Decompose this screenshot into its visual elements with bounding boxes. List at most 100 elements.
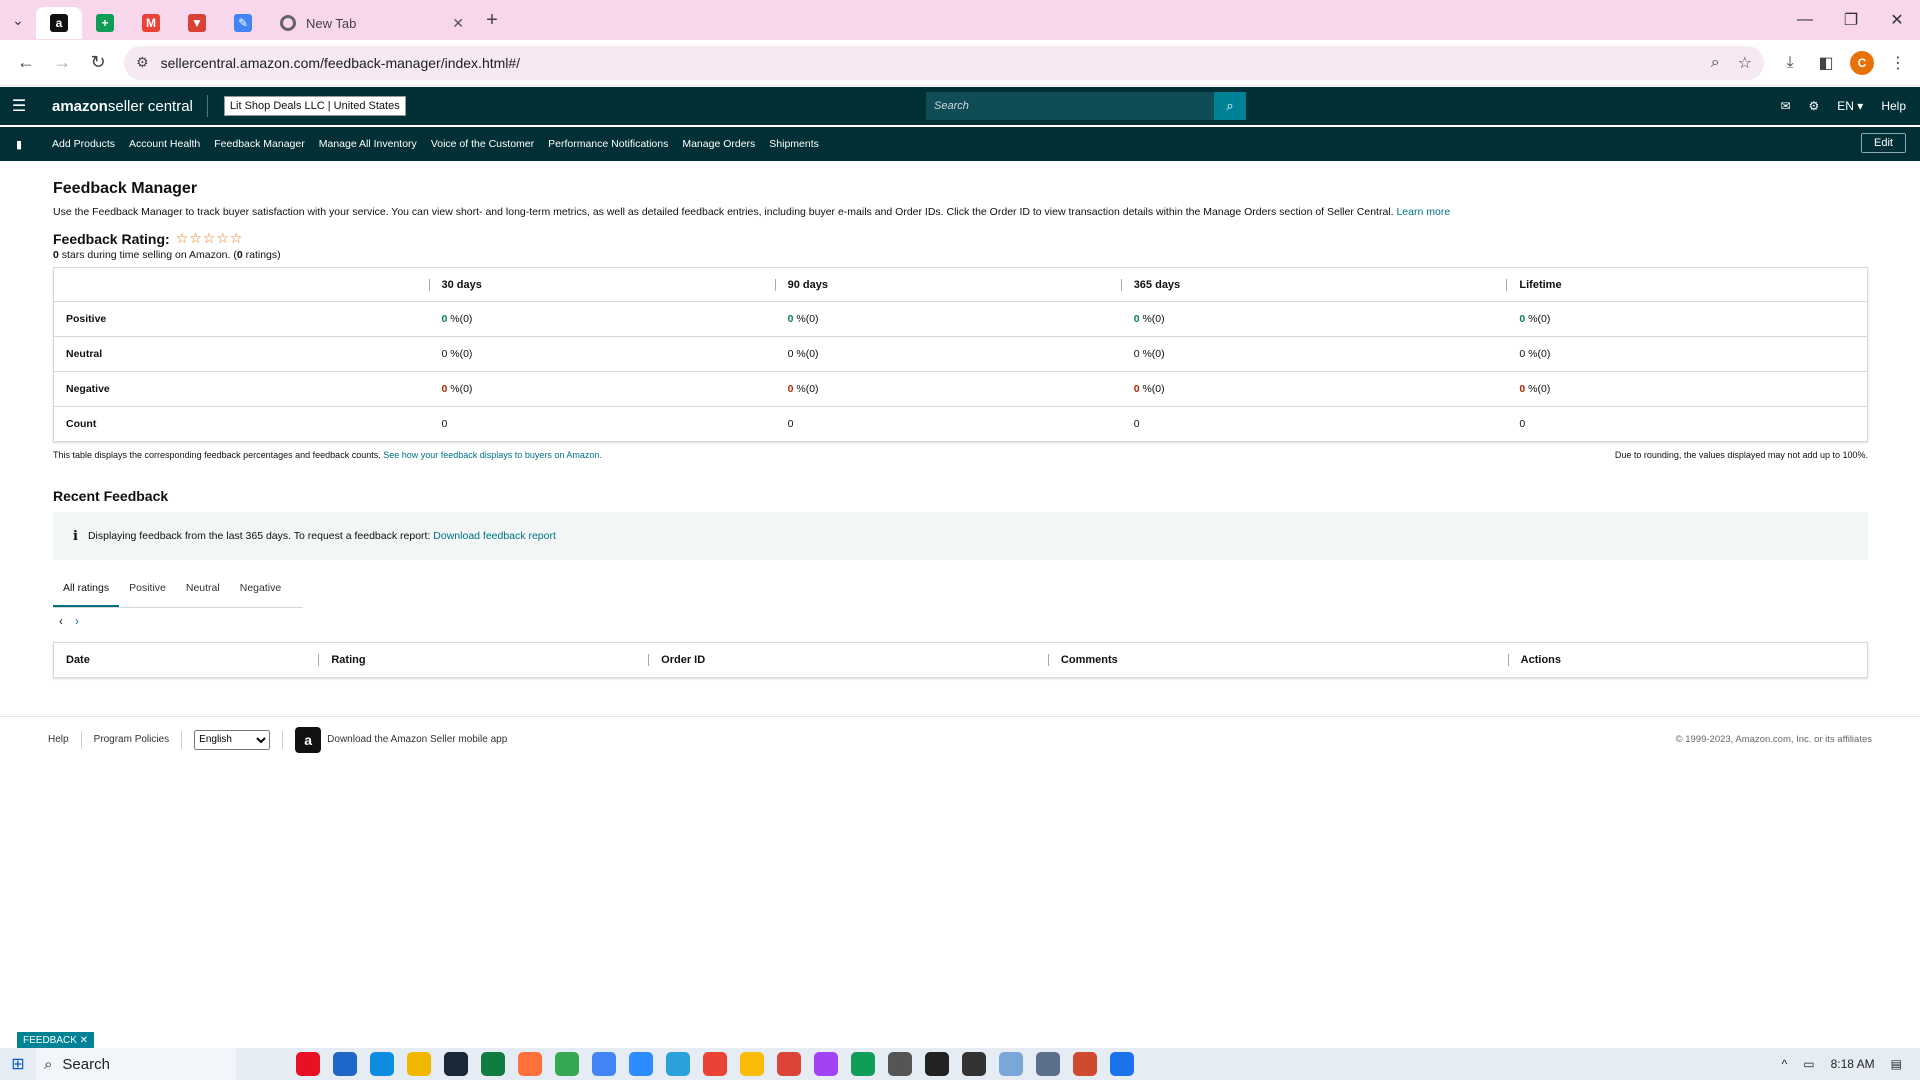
close-window-icon[interactable]: ✕ (1874, 0, 1920, 40)
forward-icon[interactable]: → (44, 45, 80, 81)
seller-central-header: ☰ amazon seller central Lit Shop Deals L… (0, 87, 1920, 125)
column-header: Date (66, 654, 90, 666)
mobile-app-link[interactable]: Download the Amazon Seller mobile app (327, 734, 507, 745)
app-icon[interactable] (999, 1052, 1023, 1076)
nav-item-add-products[interactable]: Add Products (52, 138, 115, 150)
mail-icon[interactable]: ✉ (1780, 99, 1790, 113)
tab-search-chevron-icon[interactable]: ⌄ (0, 0, 36, 40)
seller-search: Search ⌕ (926, 92, 1246, 120)
calculator-icon[interactable] (888, 1052, 912, 1076)
windows-start-icon[interactable]: ⊞ (0, 1054, 36, 1074)
feedback-display-link[interactable]: See how your feedback displays to buyers… (383, 450, 602, 460)
tab-neutral[interactable]: Neutral (176, 574, 230, 607)
tab-positive[interactable]: Positive (119, 574, 176, 607)
feedback-rating: Feedback Rating: ☆☆☆☆☆ (53, 230, 244, 247)
chrome-icon[interactable] (851, 1052, 875, 1076)
bookmark-icon[interactable]: ▮ (0, 138, 38, 151)
chrome-icon[interactable] (777, 1052, 801, 1076)
browser-menu-icon[interactable]: ⋮ (1886, 51, 1910, 75)
nav-item-voice-of-the-customer[interactable]: Voice of the Customer (431, 138, 534, 150)
photos-icon[interactable] (1110, 1052, 1134, 1076)
chrome-icon[interactable] (814, 1052, 838, 1076)
minimize-icon[interactable]: — (1782, 0, 1828, 40)
language-select[interactable]: English (194, 729, 271, 750)
back-icon[interactable]: ← (8, 45, 44, 81)
profile-avatar[interactable]: C (1850, 50, 1874, 75)
chrome-icon[interactable] (592, 1052, 616, 1076)
clock[interactable]: 8:18 AM (1831, 1057, 1875, 1071)
browser-tab[interactable]: M (128, 7, 174, 39)
battery-icon[interactable]: ▭ (1803, 1057, 1814, 1071)
nav-item-performance-notifications[interactable]: Performance Notifications (548, 138, 668, 150)
rating-stars-icon: ☆☆☆☆☆ (175, 230, 244, 246)
browser-tab[interactable]: ✎ (220, 7, 266, 39)
zoom-app-icon[interactable] (629, 1052, 653, 1076)
store-selector[interactable]: Lit Shop Deals LLC | United States (223, 96, 406, 116)
reload-icon[interactable]: ↻ (80, 45, 116, 81)
main-content: Feedback Manager Use the Feedback Manage… (53, 180, 1868, 678)
footer-help-link[interactable]: Help (48, 734, 69, 745)
learn-more-link[interactable]: Learn more (1396, 206, 1450, 218)
next-page-icon[interactable]: › (75, 614, 79, 628)
column-header: 365 days (1120, 267, 1507, 302)
chrome-icon[interactable] (703, 1052, 727, 1076)
help-link[interactable]: Help (1881, 99, 1906, 113)
amazon-app-icon[interactable]: a (295, 726, 322, 753)
zoom-icon[interactable]: ⌕ (1711, 54, 1720, 72)
search-button-icon[interactable]: ⌕ (1214, 92, 1246, 120)
telegram-icon[interactable] (666, 1052, 690, 1076)
app-icon[interactable] (925, 1052, 949, 1076)
settings-gear-icon[interactable]: ⚙ (1809, 99, 1820, 113)
program-policies-link[interactable]: Program Policies (94, 734, 170, 745)
excel-icon[interactable] (481, 1052, 505, 1076)
prev-page-icon[interactable]: ‹ (59, 614, 63, 628)
table-cell: 0 %(0) (774, 336, 1121, 372)
nav-item-feedback-manager[interactable]: Feedback Manager (214, 138, 304, 150)
tab-new-tab[interactable]: New Tab ✕ (266, 7, 476, 39)
browser-tab[interactable]: ▼ (174, 7, 220, 39)
nav-item-shipments[interactable]: Shipments (769, 138, 819, 150)
app-icon[interactable] (333, 1052, 357, 1076)
tool-icon: ✎ (234, 14, 252, 32)
search-input[interactable]: Search (926, 92, 1214, 120)
chrome-icon[interactable] (555, 1052, 579, 1076)
address-bar[interactable]: ⚙ sellercentral.amazon.com/feedback-mana… (124, 45, 1764, 80)
search-icon: ⌕ (44, 1055, 53, 1073)
bookmark-star-icon[interactable]: ☆ (1738, 53, 1752, 73)
nav-item-account-health[interactable]: Account Health (129, 138, 200, 150)
site-info-icon[interactable]: ⚙ (136, 54, 149, 71)
edit-nav-button[interactable]: Edit (1861, 133, 1906, 153)
app-icon[interactable] (962, 1052, 986, 1076)
download-report-link[interactable]: Download feedback report (433, 530, 556, 542)
nav-item-manage-all-inventory[interactable]: Manage All Inventory (319, 138, 417, 150)
steam-icon[interactable] (444, 1052, 468, 1076)
firefox-icon[interactable] (518, 1052, 542, 1076)
edge-icon[interactable] (370, 1052, 394, 1076)
language-selector[interactable]: EN ▾ (1837, 99, 1863, 113)
app-icon[interactable] (296, 1052, 320, 1076)
table-row: Count 0 0 0 0 (54, 407, 1868, 442)
url-text[interactable]: sellercentral.amazon.com/feedback-manage… (161, 55, 1693, 71)
browser-tab[interactable]: a (36, 7, 82, 39)
browser-tab[interactable]: + (82, 7, 128, 39)
nav-item-manage-orders[interactable]: Manage Orders (682, 138, 755, 150)
feedback-button[interactable]: FEEDBACK ✕ (17, 1032, 95, 1049)
amazon-seller-central-logo[interactable]: amazon seller central (38, 95, 208, 117)
close-tab-icon[interactable]: ✕ (452, 15, 464, 32)
new-tab-plus-icon[interactable]: + (476, 9, 508, 32)
taskbar-search[interactable]: ⌕ Search (36, 1048, 236, 1080)
restore-icon[interactable]: ❐ (1828, 0, 1874, 40)
tab-negative[interactable]: Negative (230, 574, 291, 607)
notifications-icon[interactable]: ▤ (1891, 1057, 1902, 1071)
app-icon[interactable] (1073, 1052, 1097, 1076)
chrome-icon (280, 15, 296, 31)
table-cell: 0 %(0) (1506, 301, 1868, 337)
hamburger-menu-icon[interactable]: ☰ (0, 96, 38, 116)
folder-icon[interactable] (407, 1052, 431, 1076)
tab-all-ratings[interactable]: All ratings (53, 574, 120, 607)
side-panel-icon[interactable]: ◧ (1814, 51, 1838, 75)
chevron-up-icon[interactable]: ^ (1782, 1057, 1788, 1071)
download-icon[interactable]: ⤓ (1778, 51, 1802, 75)
app-icon[interactable] (1036, 1052, 1060, 1076)
chrome-icon[interactable] (740, 1052, 764, 1076)
